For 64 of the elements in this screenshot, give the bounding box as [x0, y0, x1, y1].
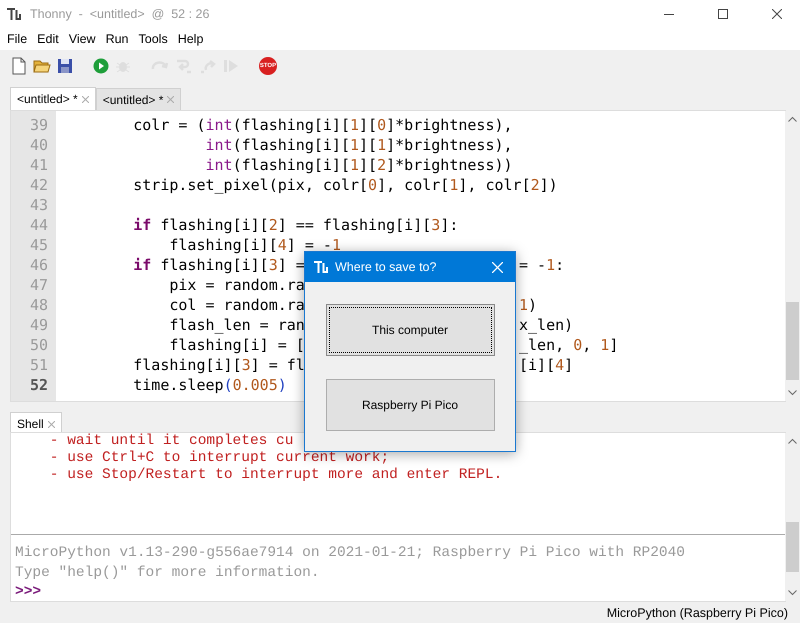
shell-output-line: - use Ctrl+C to interrupt current work; [48, 450, 390, 467]
new-file-icon[interactable] [11, 57, 27, 75]
line-number: 41 [28, 155, 49, 175]
code-line: col = random.ra [168, 296, 305, 314]
line-number: 47 [28, 275, 49, 295]
app-logo-icon [313, 259, 329, 275]
code-line: if flashing[i][2] == flashing[i][3]: [132, 216, 458, 234]
scroll-up-icon[interactable] [788, 116, 797, 122]
menu-item[interactable]: Edit [32, 32, 64, 46]
line-number: 40 [28, 135, 49, 155]
code-line: time.sleep(0.005) [132, 376, 287, 394]
code-line: [i][4] [519, 355, 574, 375]
line-number: 49 [28, 315, 49, 335]
code-line: = -1: [519, 255, 564, 275]
scrollbar-thumb[interactable] [786, 302, 799, 380]
code-line: colr = (int(flashing[i][1][0]*brightness), [132, 116, 513, 134]
code-line: flash_len = ran [168, 316, 305, 334]
line-number: 42 [28, 175, 49, 195]
line-number: 48 [28, 295, 49, 315]
code-line: strip.set_pixel(pix, colr[0], colr[1], colr[2]) [132, 176, 558, 194]
scroll-up-icon[interactable] [788, 438, 797, 444]
code-line: int(flashing[i][1][1]*brightness), [204, 136, 513, 154]
menu-item[interactable]: File [2, 32, 32, 46]
app-logo-icon [6, 6, 22, 22]
code-line: _len, 0, 1] [519, 335, 618, 355]
editor-tab[interactable]: <untitled> * [10, 87, 96, 110]
code-line: x_len) [519, 315, 574, 335]
line-number: 39 [28, 115, 49, 135]
line-number: 52 [28, 375, 49, 395]
shell-output-line: - use Stop/Restart to interrupt more and enter REPL. [48, 467, 504, 484]
dialog-title: Where to save to? [335, 260, 438, 274]
line-number: 45 [28, 235, 49, 255]
code-line: flashing[i][4] = -1 [168, 236, 341, 254]
close-icon[interactable] [772, 9, 782, 19]
folder-icon[interactable] [33, 58, 51, 74]
editor-tab[interactable]: <untitled> * [96, 88, 182, 110]
shell-prompt[interactable]: >>> [11, 583, 785, 601]
maximize-icon[interactable] [718, 9, 728, 19]
line-number: 50 [28, 335, 49, 355]
status-text: MicroPython (Raspberry Pi Pico) [606, 606, 788, 620]
choice-button[interactable]: Raspberry Pi Pico [326, 379, 494, 431]
line-number: 51 [28, 355, 49, 375]
code-line: flashing[i][3] = fl [132, 356, 305, 374]
code-line: 1) [519, 295, 538, 315]
choice-button[interactable]: This computer [326, 304, 494, 356]
code-line: flashing[i] = [ [168, 336, 305, 354]
menu-item[interactable]: Help [172, 32, 208, 46]
code-line: pix = random.ra [168, 276, 305, 294]
scroll-down-icon[interactable] [788, 590, 797, 596]
menu-item[interactable]: Tools [134, 32, 173, 46]
window-title: Thonny - <untitled> @ 52 : 26 [30, 7, 210, 21]
line-number: 46 [28, 255, 49, 275]
shell-info-line: Type "help()" for more information. [14, 564, 321, 583]
line-number: 43 [28, 195, 49, 215]
scrollbar-thumb[interactable] [786, 522, 799, 572]
run-icon[interactable] [93, 58, 109, 74]
menu-item[interactable]: View [64, 32, 101, 46]
line-number: 44 [28, 215, 49, 235]
code-line: int(flashing[i][1][2]*brightness)) [204, 156, 513, 174]
code-line: if flashing[i][3] = [132, 256, 305, 274]
menu-item[interactable]: Run [100, 32, 134, 46]
shell-info-line: MicroPython v1.13-290-g556ae7914 on 2021-01-21; Raspberry Pi Pico with RP2040 [14, 544, 686, 563]
scroll-down-icon[interactable] [788, 390, 797, 396]
shell-output-line: - wait until it completes cu [48, 433, 294, 450]
